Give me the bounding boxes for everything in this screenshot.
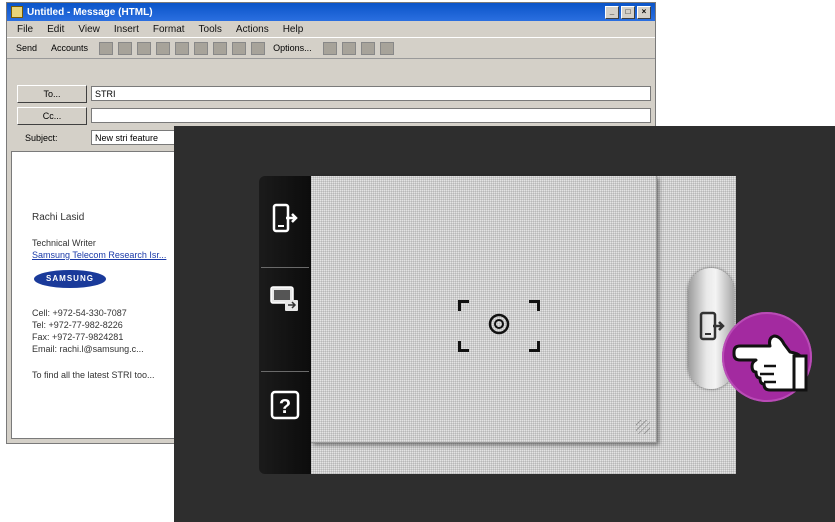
window-titlebar: Untitled - Message (HTML) _ □ × [7, 3, 655, 21]
subject-row: Subject: [17, 129, 93, 147]
maximize-button[interactable]: □ [621, 5, 635, 19]
help-glyph: ? [279, 396, 291, 418]
signature-footer: To find all the latest STRI too... [32, 370, 155, 380]
phone-exit-icon [699, 311, 725, 341]
exit-share-button[interactable] [263, 176, 307, 262]
pointing-hand-icon [732, 334, 808, 392]
outlook-icon [11, 6, 23, 18]
menu-file[interactable]: File [17, 24, 33, 35]
minimize-button[interactable]: _ [605, 5, 619, 19]
cc-field[interactable] [91, 108, 651, 123]
corner-bottom-left [458, 341, 469, 352]
bold-icon[interactable] [341, 41, 356, 55]
screen-switch-button[interactable] [263, 256, 307, 342]
flag-icon[interactable] [251, 41, 266, 55]
italic-icon[interactable] [360, 41, 375, 55]
menu-insert[interactable]: Insert [114, 24, 139, 35]
corner-bottom-right [529, 341, 540, 352]
help-button[interactable]: ? [263, 362, 307, 448]
to-row: To... [17, 85, 87, 103]
to-field[interactable]: STRI [91, 86, 651, 101]
font-color-icon[interactable] [322, 41, 337, 55]
screen-switch-icon [270, 286, 298, 311]
copy-icon[interactable] [156, 41, 171, 55]
subject-label: Subject: [25, 133, 58, 143]
corner-top-left [458, 300, 469, 311]
close-button[interactable]: × [637, 5, 651, 19]
cc-button[interactable]: Cc... [17, 107, 87, 125]
signature-role: Technical Writer [32, 238, 96, 248]
resize-grip-icon[interactable] [636, 420, 650, 434]
bullets-icon[interactable] [379, 41, 394, 55]
sidebar: ? [259, 176, 311, 474]
cc-row: Cc... [17, 107, 87, 125]
phone-exit-icon [272, 203, 298, 233]
importance-icon[interactable] [232, 41, 247, 55]
save-icon[interactable] [99, 41, 114, 55]
signature-email: Email: rachi.l@samsung.c... [32, 344, 144, 354]
check-names-icon[interactable] [213, 41, 228, 55]
menu-edit[interactable]: Edit [47, 24, 64, 35]
samsung-logo: SAMSUNG [34, 270, 106, 288]
signature-fax: Fax: +972-77-9824281 [32, 332, 124, 342]
menu-help[interactable]: Help [283, 24, 304, 35]
send-button[interactable]: Send [13, 42, 40, 54]
cut-icon[interactable] [137, 41, 152, 55]
signature-name: Rachi Lasid [32, 212, 85, 223]
to-button[interactable]: To... [17, 85, 87, 103]
signature-tel: Tel: +972-77-982-8226 [32, 320, 123, 330]
signature-company-link[interactable]: Samsung Telecom Research Isr... [32, 250, 166, 260]
accounts-button[interactable]: Accounts [48, 42, 91, 54]
corner-top-right [529, 300, 540, 311]
window-title: Untitled - Message (HTML) [27, 6, 153, 18]
menu-tools[interactable]: Tools [199, 24, 222, 35]
signature-cell: Cell: +972-54-330-7087 [32, 308, 127, 318]
menu-format[interactable]: Format [153, 24, 185, 35]
help-icon: ? [270, 390, 300, 420]
menu-bar: File Edit View Insert Format Tools Actio… [7, 21, 655, 37]
menu-actions[interactable]: Actions [236, 24, 269, 35]
paste-icon[interactable] [175, 41, 190, 55]
target-icon[interactable] [488, 313, 510, 335]
toolbar: Send Accounts Options... [7, 37, 655, 59]
options-button[interactable]: Options... [270, 42, 315, 54]
menu-view[interactable]: View [78, 24, 100, 35]
address-book-icon[interactable] [194, 41, 209, 55]
print-icon[interactable] [118, 41, 133, 55]
